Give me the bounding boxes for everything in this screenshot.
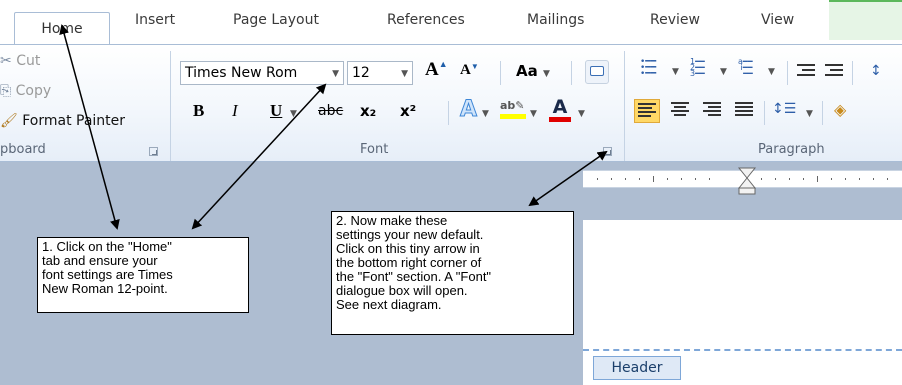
arrow-home-tab bbox=[59, 24, 120, 230]
arrow-font-settings bbox=[191, 83, 327, 230]
annotation-arrows bbox=[59, 24, 608, 230]
arrow-font-launcher bbox=[528, 150, 608, 207]
